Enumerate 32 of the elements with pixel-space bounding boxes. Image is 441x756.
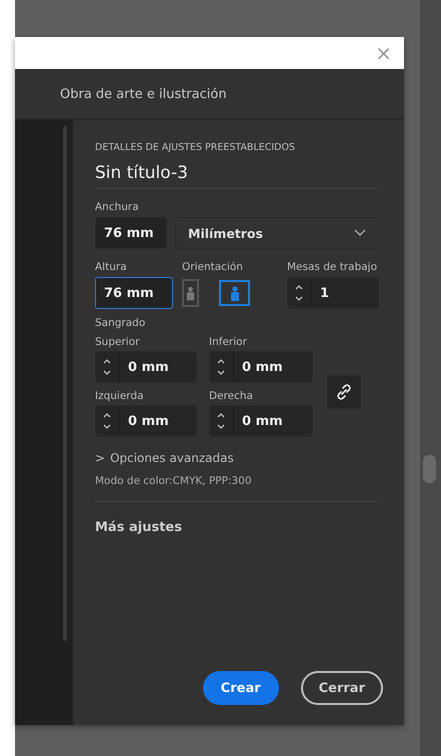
units-dropdown[interactable]: Milímetros [175, 217, 379, 249]
advanced-options-toggle[interactable]: > Opciones avanzadas [95, 451, 380, 465]
height-field[interactable]: 76 mm [95, 277, 173, 309]
landscape-button[interactable] [219, 280, 250, 306]
artboards-field[interactable]: 1 [287, 277, 379, 309]
field-label: Mesas de trabajo [287, 261, 378, 273]
field-label: Superior [95, 336, 140, 348]
chevron-down-icon [354, 229, 366, 237]
width-field[interactable]: 76 mm [95, 217, 167, 249]
bleed-field[interactable]: 0 mm [209, 351, 313, 383]
field-label: Derecha [209, 390, 254, 402]
field-label: Inferior [209, 336, 248, 348]
field-label: Anchura [95, 201, 140, 213]
bleed-field[interactable]: 0 mm [95, 351, 197, 383]
field-label: Altura [95, 261, 128, 273]
header-title: Obra de arte e ilustración [60, 86, 227, 102]
more-settings-button[interactable]: Más ajustes [95, 520, 380, 535]
portrait-button[interactable] [182, 279, 199, 307]
field-label: Izquierda [95, 390, 145, 402]
person-icon [184, 285, 197, 301]
preset-name-field[interactable]: Sin título-3 [95, 163, 380, 189]
section-heading: DETALLES DE AJUSTES PREESTABLECIDOS [95, 142, 296, 153]
section-label: Sangrado [95, 317, 146, 329]
link-button[interactable] [327, 375, 361, 409]
scrollbar-thumb[interactable] [423, 455, 436, 483]
bleed-field[interactable]: 0 mm [209, 405, 313, 437]
link-icon [336, 384, 352, 400]
color-mode-text: Modo de color:CMYK, PPP:300 [95, 475, 253, 487]
close-dialog-button[interactable]: Cerrar [300, 671, 383, 705]
create-button[interactable]: Crear [202, 671, 279, 705]
bleed-field[interactable]: 0 mm [95, 405, 197, 437]
field-label: Orientación [182, 261, 244, 273]
